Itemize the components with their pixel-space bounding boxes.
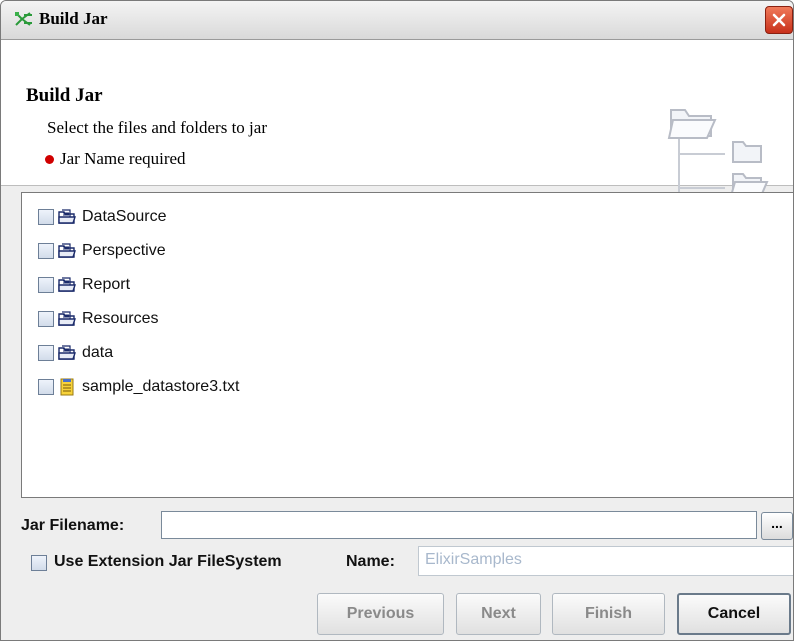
- folder-icon: [58, 310, 78, 328]
- build-jar-dialog: Build Jar Build Jar Select the files and…: [0, 0, 794, 641]
- tree-item-label: sample_datastore3.txt: [82, 378, 240, 395]
- page-title: Build Jar: [26, 85, 103, 106]
- validation-message-text: Jar Name required: [60, 149, 186, 168]
- use-extension-checkbox[interactable]: [31, 555, 47, 571]
- folder-icon: [58, 344, 78, 362]
- folder-icon: [58, 242, 78, 260]
- tree-item-checkbox[interactable]: [38, 379, 54, 395]
- tree-item-checkbox[interactable]: [38, 277, 54, 293]
- tree-item-label: Report: [82, 276, 131, 293]
- tree-item-checkbox[interactable]: [38, 311, 54, 327]
- browse-button[interactable]: ...: [761, 512, 793, 540]
- jar-filename-input[interactable]: [161, 511, 757, 539]
- text-file-icon: [58, 378, 78, 396]
- cancel-button[interactable]: Cancel: [677, 593, 791, 635]
- tree-item-label: Perspective: [82, 242, 166, 259]
- jar-filename-label: Jar Filename:: [21, 517, 125, 534]
- wizard-header: Build Jar Select the files and folders t…: [1, 40, 793, 197]
- folder-icon: [58, 276, 78, 294]
- page-description: Select the files and folders to jar: [47, 118, 267, 137]
- tree-item-label: DataSource: [82, 208, 167, 225]
- name-label: Name:: [346, 553, 395, 570]
- tree-item-label: Resources: [82, 310, 159, 327]
- tree-item-checkbox[interactable]: [38, 209, 54, 225]
- tree-item-data[interactable]: data: [38, 342, 113, 364]
- window-title: Build Jar: [39, 9, 108, 28]
- tree-item-label: data: [82, 344, 114, 361]
- tree-item-checkbox[interactable]: [38, 243, 54, 259]
- build-jar-app-icon: [14, 11, 34, 34]
- previous-button[interactable]: Previous: [317, 593, 444, 635]
- close-icon: [772, 13, 786, 27]
- name-field[interactable]: ElixirSamples: [418, 546, 793, 576]
- file-tree[interactable]: DataSource Perspective Report Resources: [21, 192, 793, 498]
- validation-message: Jar Name required: [45, 149, 186, 169]
- use-extension-label: Use Extension Jar FileSystem: [54, 553, 282, 570]
- next-button[interactable]: Next: [456, 593, 541, 635]
- close-button[interactable]: [765, 6, 793, 34]
- tree-item-report[interactable]: Report: [38, 274, 130, 296]
- tree-item-checkbox[interactable]: [38, 345, 54, 361]
- finish-button[interactable]: Finish: [552, 593, 665, 635]
- folder-icon: [58, 208, 78, 226]
- title-bar[interactable]: Build Jar: [1, 1, 793, 40]
- tree-item-datasource[interactable]: DataSource: [38, 206, 167, 228]
- tree-item-perspective[interactable]: Perspective: [38, 240, 166, 262]
- tree-item-resources[interactable]: Resources: [38, 308, 158, 330]
- error-dot-icon: [45, 154, 54, 164]
- tree-item-sample-datastore3[interactable]: sample_datastore3.txt: [38, 376, 239, 398]
